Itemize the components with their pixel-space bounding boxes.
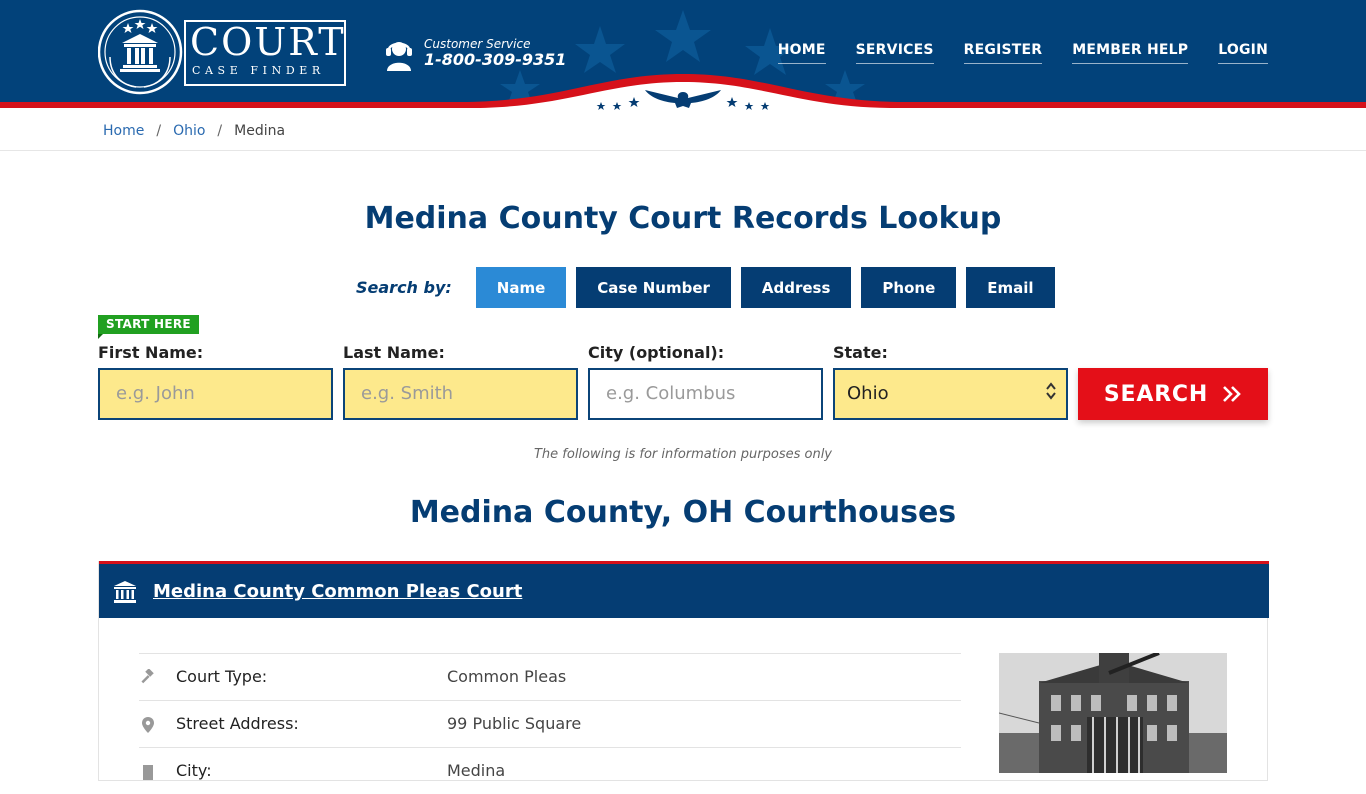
- detail-value: Medina: [447, 761, 506, 780]
- main-nav: HOME SERVICES REGISTER MEMBER HELP LOGIN: [748, 40, 1268, 64]
- breadcrumb-ohio[interactable]: Ohio: [173, 123, 205, 139]
- courthouse-building-icon: [114, 581, 136, 603]
- search-by-email-button[interactable]: Email: [966, 267, 1055, 308]
- last-name-label: Last Name:: [343, 343, 445, 362]
- state-label: State:: [833, 343, 888, 362]
- first-name-input[interactable]: e.g. John: [98, 368, 333, 420]
- search-button[interactable]: SEARCH: [1078, 368, 1268, 420]
- start-here-badge: START HERE: [98, 315, 199, 339]
- nav-services[interactable]: SERVICES: [855, 40, 934, 64]
- double-chevron-right-icon: [1223, 386, 1241, 402]
- page-title: Medina County Court Records Lookup: [364, 201, 1002, 236]
- breadcrumb-home[interactable]: Home: [103, 123, 144, 139]
- logo-tagline: CASE FINDER: [192, 64, 325, 77]
- courthouse-photo: [999, 653, 1227, 773]
- court-seal-icon: [98, 9, 183, 95]
- search-by-address-button[interactable]: Address: [740, 267, 852, 308]
- detail-value: 99 Public Square: [447, 714, 582, 733]
- breadcrumb-divider: [0, 150, 1366, 151]
- site-header: COURT CASE FINDER Customer Service 1-800…: [0, 0, 1366, 112]
- headset-icon: [386, 42, 412, 71]
- city-icon: [143, 765, 153, 780]
- nav-home[interactable]: HOME: [777, 40, 826, 64]
- state-select[interactable]: Ohio: [833, 368, 1068, 420]
- courthouses-section-title: Medina County, OH Courthouses: [409, 495, 957, 530]
- customer-service-phone[interactable]: 1-800-309-9351: [424, 50, 566, 70]
- last-name-field: Last Name: e.g. Smith: [343, 344, 578, 420]
- disclaimer-text: The following is for information purpose…: [533, 447, 833, 462]
- courthouse-card-header: Medina County Common Pleas Court: [99, 561, 1269, 618]
- eagle-emblem-icon: [596, 90, 770, 110]
- detail-row: City: Medina: [139, 747, 961, 794]
- search-by-label: Search by:: [356, 278, 452, 297]
- detail-label: City:: [176, 761, 212, 780]
- first-name-field: First Name: e.g. John: [98, 344, 333, 420]
- city-input[interactable]: e.g. Columbus: [588, 368, 823, 420]
- breadcrumb-separator: /: [217, 123, 223, 139]
- courthouse-card: Medina County Common Pleas Court Court T…: [98, 561, 1269, 781]
- state-field: State: Ohio: [833, 344, 1068, 420]
- search-by-bar: Search by: Name Case Number Address Phon…: [356, 267, 1065, 308]
- last-name-input[interactable]: e.g. Smith: [343, 368, 578, 420]
- search-by-case-number-button[interactable]: Case Number: [576, 267, 731, 308]
- customer-service[interactable]: Customer Service 1-800-309-9351: [385, 36, 566, 72]
- city-field: City (optional): e.g. Columbus: [588, 344, 823, 420]
- city-label: City (optional):: [588, 343, 725, 362]
- nav-register[interactable]: REGISTER: [963, 40, 1043, 64]
- detail-row: Street Address: 99 Public Square: [139, 700, 961, 747]
- search-by-name-button[interactable]: Name: [475, 267, 567, 308]
- select-updown-icon: [1046, 382, 1056, 400]
- nav-login[interactable]: LOGIN: [1218, 40, 1268, 64]
- search-by-phone-button[interactable]: Phone: [861, 267, 957, 308]
- nav-member-help[interactable]: MEMBER HELP: [1072, 40, 1189, 64]
- courthouse-photo-image: [999, 653, 1227, 773]
- breadcrumb-current: Medina: [234, 123, 286, 139]
- site-logo[interactable]: COURT CASE FINDER: [98, 9, 348, 96]
- first-name-label: First Name:: [98, 343, 204, 362]
- map-pin-icon: [142, 717, 154, 733]
- detail-row: Court Type: Common Pleas: [139, 653, 961, 700]
- gavel-icon: [141, 669, 154, 684]
- detail-label: Court Type:: [176, 667, 268, 686]
- detail-value: Common Pleas: [447, 667, 567, 686]
- breadcrumb-separator: /: [156, 123, 162, 139]
- breadcrumb: Home / Ohio / Medina: [103, 122, 285, 140]
- logo-wordmark: COURT: [190, 20, 346, 64]
- search-button-label: SEARCH: [1103, 381, 1209, 407]
- courthouse-details: Court Type: Common Pleas Street Address:…: [139, 653, 961, 794]
- courthouse-name-link[interactable]: Medina County Common Pleas Court: [153, 580, 522, 604]
- detail-label: Street Address:: [176, 714, 299, 733]
